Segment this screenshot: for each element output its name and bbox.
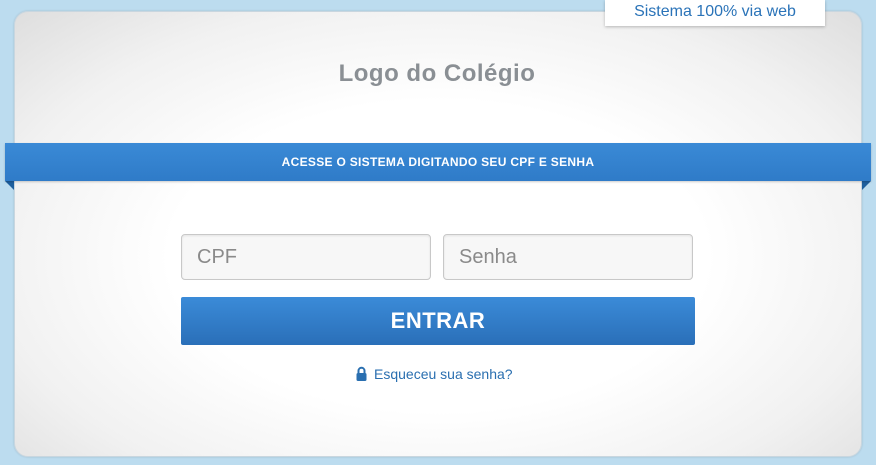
cpf-input[interactable]	[181, 234, 431, 280]
ribbon-fold-right	[862, 181, 871, 190]
login-button[interactable]: ENTRAR	[181, 297, 695, 345]
school-logo: Logo do Colégio	[338, 60, 536, 87]
instruction-banner: ACESSE O SISTEMA DIGITANDO SEU CPF E SEN…	[5, 143, 871, 181]
web-system-badge: Sistema 100% via web	[605, 0, 825, 26]
password-input[interactable]	[443, 234, 693, 280]
ribbon-fold-left	[5, 181, 14, 190]
forgot-password-link[interactable]: Esqueceu sua senha?	[355, 365, 513, 383]
lock-icon	[356, 366, 367, 381]
forgot-password-label: Esqueceu sua senha?	[374, 366, 513, 382]
